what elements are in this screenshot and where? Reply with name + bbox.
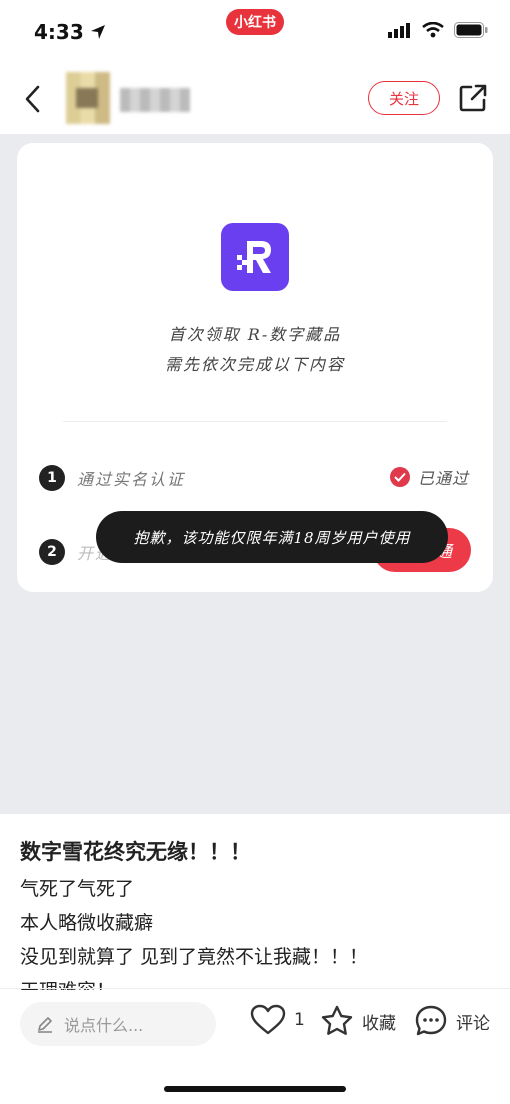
status-icons (388, 22, 488, 38)
post-image[interactable]: 首次领取 R-数字藏品 需先依次完成以下内容 1 通过实名认证 已通过 2 开通… (0, 134, 510, 814)
step-1: 1 通过实名认证 (39, 465, 185, 491)
r-logo (221, 223, 289, 291)
r-logo-icon (237, 241, 271, 273)
bottom-action-bar: 说点什么... 1 收藏 评论 (0, 990, 510, 1104)
back-icon (25, 85, 40, 113)
post-line: 气死了气死了 (20, 878, 135, 900)
comment-input[interactable]: 说点什么... (20, 1002, 216, 1046)
battery-icon (454, 22, 488, 38)
step-label: 通过实名认证 (77, 470, 186, 489)
step-number: 1 (39, 465, 65, 491)
divider (0, 988, 510, 989)
card-divider (63, 421, 447, 422)
author-name-blurred[interactable] (120, 88, 190, 112)
screenshot-card: 首次领取 R-数字藏品 需先依次完成以下内容 1 通过实名认证 已通过 2 开通… (17, 143, 493, 592)
author-avatar[interactable] (66, 72, 110, 124)
back-button[interactable] (18, 82, 46, 116)
age-restriction-toast: 抱歉，该功能仅限年满18周岁用户使用 (96, 511, 448, 563)
status-time: 4:33 (34, 20, 106, 44)
signal-icon (388, 23, 410, 38)
wifi-icon (422, 22, 444, 38)
home-indicator[interactable] (164, 1086, 346, 1092)
favorite-label: 收藏 (362, 1013, 396, 1034)
comment-icon (415, 1005, 447, 1036)
share-button[interactable] (458, 83, 488, 113)
post-content: 数字雪花终究无缘！！！ 气死了气死了 本人略微收藏癖 没见到就算了 见到了竟然不… (0, 814, 510, 990)
heart-icon (250, 1004, 286, 1035)
post-title: 数字雪花终究无缘！！！ (20, 840, 251, 864)
step-number: 2 (39, 539, 65, 565)
step-1-status: 已通过 (389, 465, 469, 489)
comment-button[interactable]: 评论 (414, 1004, 490, 1038)
intro-line-1: 首次领取 R-数字藏品 (168, 325, 342, 344)
time-text: 4:33 (34, 20, 84, 44)
favorite-button[interactable]: 收藏 (320, 1004, 396, 1038)
post-line: 本人略微收藏癖 (20, 912, 154, 934)
comment-placeholder: 说点什么... (64, 1016, 144, 1035)
comment-label: 评论 (456, 1013, 490, 1034)
follow-button[interactable]: 关注 (368, 81, 440, 115)
check-icon (389, 467, 410, 487)
pencil-icon (38, 1017, 52, 1033)
intro-line-2: 需先依次完成以下内容 (164, 355, 345, 374)
post-line: 没见到就算了 见到了竟然不让我藏！！！ (20, 946, 369, 968)
location-arrow-icon (90, 25, 105, 39)
like-count: 1 (294, 1010, 305, 1030)
star-icon (321, 1005, 353, 1035)
like-button[interactable]: 1 (250, 1004, 305, 1036)
status-label: 已通过 (417, 469, 469, 488)
status-bar: 4:33 小红书 (0, 0, 510, 64)
app-badge: 小红书 (226, 9, 284, 35)
post-header: 关注 (0, 64, 510, 134)
share-icon (459, 84, 487, 112)
